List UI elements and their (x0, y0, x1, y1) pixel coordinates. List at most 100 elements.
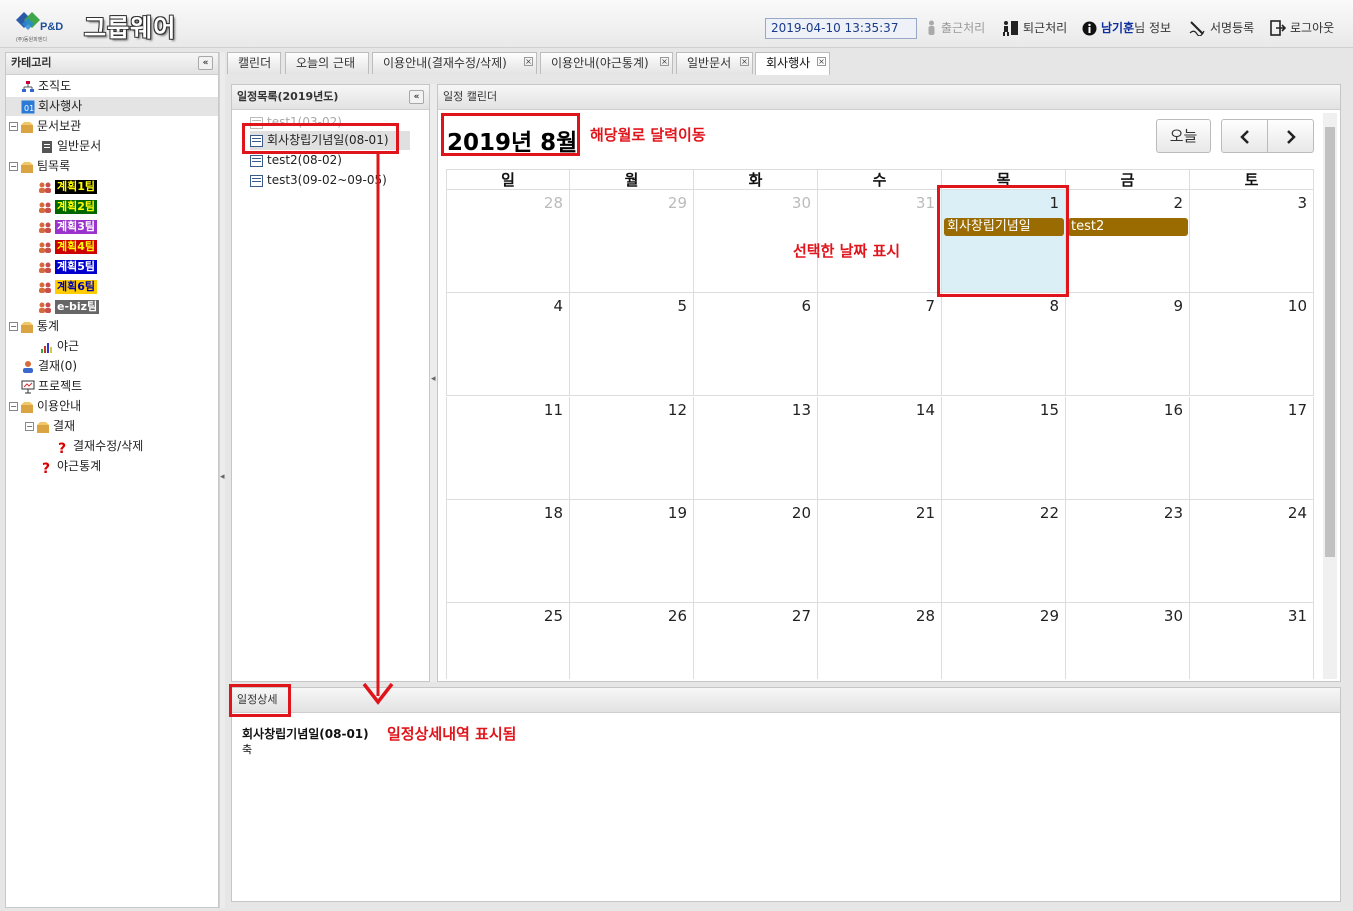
calendar-day-cell[interactable]: 22 (942, 499, 1066, 603)
calendar-day-cell[interactable]: 29 (942, 603, 1066, 679)
calendar-day-cell[interactable]: 23 (1066, 499, 1190, 603)
calendar-day-cell[interactable]: 24 (1190, 499, 1314, 603)
collapse-toggle-icon[interactable]: − (25, 422, 34, 431)
user-info-button[interactable]: 남기훈님 정보 (1082, 18, 1171, 38)
sidebar-item-team-4[interactable]: 계획4팀 (38, 237, 98, 256)
calendar-day-cell[interactable]: 26 (570, 603, 694, 679)
calendar-day-cell[interactable]: 19 (570, 499, 694, 603)
sidebar-item-team-1[interactable]: 계획1팀 (38, 177, 98, 196)
calendar-day-cell[interactable]: 7 (818, 293, 942, 397)
calendar-day-cell[interactable]: 15 (942, 396, 1066, 500)
calendar-day-cell[interactable]: 21 (818, 499, 942, 603)
sidebar-item-team-2[interactable]: 계획2팀 (38, 197, 98, 216)
calendar-day-cell[interactable]: 30 (1066, 603, 1190, 679)
sidebar-item-approval[interactable]: 결재(0) (21, 357, 77, 376)
calendar-day-cell[interactable]: 17 (1190, 396, 1314, 500)
calendar-day-cell[interactable]: 2 (1066, 190, 1190, 293)
day-number: 9 (1173, 297, 1183, 316)
day-number: 25 (543, 607, 563, 626)
box-folder-icon (21, 401, 33, 413)
logout-button[interactable]: 로그아웃 (1270, 18, 1334, 38)
calendar-day-cell[interactable]: 20 (694, 499, 818, 603)
brand-title: 그룹웨어 (84, 14, 177, 42)
day-number: 18 (543, 503, 563, 522)
sidebar-item-guide[interactable]: − 이용안내 (9, 397, 81, 416)
calendar-day-cell[interactable]: 4 (446, 293, 570, 397)
calendar-day-cell[interactable]: 3 (1190, 190, 1314, 293)
sidebar-item-label: 조직도 (38, 79, 72, 93)
calendar-day-cell[interactable]: 27 (694, 603, 818, 679)
sidebar-item-general-docs[interactable]: 일반문서 (40, 137, 101, 156)
tab-general-docs[interactable]: 일반문서 × (676, 52, 753, 74)
tab-close-icon[interactable]: × (524, 57, 533, 66)
calendar-day-cell[interactable]: 28 (446, 190, 570, 293)
collapse-toggle-icon[interactable]: − (9, 162, 18, 171)
prev-month-button[interactable] (1221, 119, 1268, 153)
annotation-arrow-down (362, 152, 394, 705)
sidebar-item-label: 계획2팀 (55, 199, 98, 214)
signature-button[interactable]: 서명등록 (1189, 18, 1254, 38)
sidebar-splitter[interactable]: ◂ (219, 52, 225, 908)
calendar-scrollbar[interactable] (1323, 113, 1337, 679)
sidebar-item-org-chart[interactable]: 조직도 (21, 77, 71, 96)
day-number: 8 (1049, 297, 1059, 316)
list-splitter[interactable]: ◂ (430, 84, 437, 682)
sidebar-item-guide-approval[interactable]: − 결재 (25, 417, 75, 436)
sidebar-item-company-events[interactable]: 01 회사행사 (6, 97, 218, 116)
calendar-day-cell[interactable]: 25 (446, 603, 570, 679)
calendar-day-cell[interactable]: 12 (570, 396, 694, 500)
next-month-button[interactable] (1267, 119, 1314, 153)
schedule-list-collapse-button[interactable]: « (409, 90, 424, 104)
tab-close-icon[interactable]: × (740, 57, 749, 66)
sidebar-item-guide-overtime-stats[interactable]: ? 야근통계 (40, 457, 101, 476)
calendar-day-cell[interactable]: 13 (694, 396, 818, 500)
calendar-event[interactable]: test2 (1068, 218, 1188, 236)
collapse-toggle-icon[interactable]: − (9, 322, 18, 331)
collapse-toggle-icon[interactable]: − (9, 122, 18, 131)
sidebar-item-overtime[interactable]: 야근 (40, 337, 79, 356)
calendar-day-cell[interactable]: 11 (446, 396, 570, 500)
tab-label: 일반문서 (687, 56, 732, 70)
calendar-day-cell[interactable]: 6 (694, 293, 818, 397)
calendar-day-cell[interactable]: 5 (570, 293, 694, 397)
logout-label: 로그아웃 (1290, 21, 1335, 35)
day-number: 31 (1287, 607, 1307, 626)
sidebar-item-team-list[interactable]: − 팀목록 (9, 157, 70, 176)
tab-today-attendance[interactable]: 오늘의 근태 (285, 52, 369, 74)
sidebar-item-team-3[interactable]: 계획3팀 (38, 217, 98, 236)
calendar-day-cell[interactable]: 14 (818, 396, 942, 500)
calendar-day-cell[interactable]: 9 (1066, 293, 1190, 397)
sidebar-item-team-5[interactable]: 계획5팀 (38, 257, 98, 276)
svg-text:?: ? (42, 461, 50, 474)
sidebar-collapse-button[interactable]: « (198, 56, 213, 70)
sidebar-item-team-ebiz[interactable]: e-biz팀 (38, 297, 100, 316)
clock-out-button[interactable]: 퇴근처리 (1002, 18, 1067, 38)
tab-close-icon[interactable]: × (817, 57, 826, 66)
calendar-day-cell[interactable]: 31 (1190, 603, 1314, 679)
calendar-day-cell[interactable]: 28 (818, 603, 942, 679)
sidebar-item-label: 계획1팀 (55, 179, 98, 194)
scrollbar-thumb[interactable] (1325, 127, 1335, 557)
calendar-panel-title: 일정 캘린더 (438, 85, 1340, 110)
sidebar-item-statistics[interactable]: − 통계 (9, 317, 59, 336)
calendar-day-cell[interactable]: 16 (1066, 396, 1190, 500)
tab-calendar[interactable]: 캘린더 (227, 52, 281, 74)
day-number: 20 (791, 503, 811, 522)
document-icon (42, 140, 52, 153)
sidebar-item-guide-approval-edit[interactable]: ? 결재수정/삭제 (56, 437, 143, 456)
sidebar-item-label: 통계 (37, 319, 60, 333)
calendar-day-cell[interactable]: 8 (942, 293, 1066, 397)
sidebar-item-documents[interactable]: − 문서보관 (9, 117, 81, 136)
tab-guide-overtime-stats[interactable]: 이용안내(야근통계) × (540, 52, 673, 74)
calendar-day-cell[interactable]: 29 (570, 190, 694, 293)
collapse-toggle-icon[interactable]: − (9, 402, 18, 411)
calendar-day-cell[interactable]: 10 (1190, 293, 1314, 397)
tab-close-icon[interactable]: × (660, 57, 669, 66)
tab-company-events[interactable]: 회사행사 × (755, 52, 830, 75)
calendar-day-cell[interactable]: 18 (446, 499, 570, 603)
clock-in-button[interactable]: 출근처리 (926, 18, 985, 38)
tab-guide-approval-edit[interactable]: 이용안내(결재수정/삭제) × (372, 52, 537, 74)
sidebar-item-team-6[interactable]: 계획6팀 (38, 277, 98, 296)
sidebar-item-project[interactable]: 프로젝트 (21, 377, 82, 396)
today-button[interactable]: 오늘 (1156, 119, 1211, 153)
